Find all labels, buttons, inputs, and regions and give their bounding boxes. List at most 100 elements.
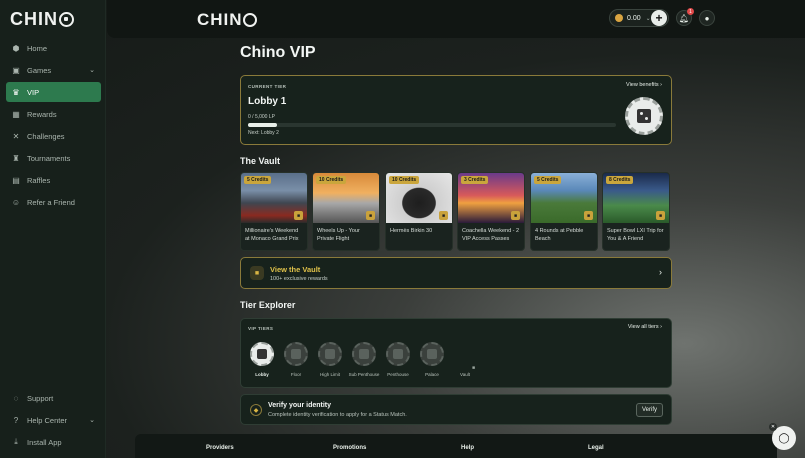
credits-badge: 10 Credits: [389, 176, 420, 184]
sidebar-bottom: ◌ Support ? Help Center ⌄ ⤓ Install App: [6, 388, 101, 454]
main-content: Chino VIP CURRENT TIER View benefits › L…: [240, 44, 672, 425]
plus-icon: +: [655, 11, 663, 25]
tier-chip-floor[interactable]: [284, 342, 308, 366]
header-logo[interactable]: CHIN: [197, 10, 257, 30]
vip-tiers-label: VIP TIERS: [248, 326, 274, 331]
notification-badge: 1: [687, 8, 694, 15]
verify-title: Verify your identity: [268, 402, 332, 409]
sidebar-item-vip[interactable]: ♛ VIP: [6, 82, 101, 102]
chevron-down-icon: ⌄: [89, 417, 95, 424]
sidebar-item-raffles[interactable]: ▤ Raffles: [6, 170, 101, 190]
vault-item-image: 10 Credits ■: [313, 173, 379, 223]
tier-chip-high-limit[interactable]: [318, 342, 342, 366]
sidebar-item-home[interactable]: ⬢ Home: [6, 38, 101, 58]
vault-item[interactable]: 10 Credits ■ Hermès Birkin 30: [385, 172, 453, 251]
sidebar-item-label: Help Center: [27, 415, 68, 425]
notifications-button[interactable]: 🔔︎ 1: [676, 8, 694, 26]
credits-badge: 3 Credits: [461, 176, 489, 184]
sidebar-item-help-center[interactable]: ? Help Center ⌄: [6, 410, 101, 430]
lock-icon: ■: [439, 211, 448, 220]
lock-icon: ■: [472, 365, 476, 371]
vault-item[interactable]: 10 Credits ■ Wheels Up - Your Private Fl…: [312, 172, 380, 251]
sidebar-item-challenges[interactable]: ✕ Challenges: [6, 126, 101, 146]
tier-chip-icon: [625, 97, 663, 135]
sidebar-item-install-app[interactable]: ⤓ Install App: [6, 432, 101, 452]
bell-icon: 🔔︎: [678, 13, 690, 23]
footer-heading-providers: Providers: [206, 445, 234, 451]
crown-icon: ♛: [12, 87, 20, 97]
gift-icon: ▦: [12, 109, 20, 119]
vault-item-title: 4 Rounds at Pebble Beach: [535, 228, 584, 242]
view-all-tiers-link[interactable]: View all tiers ›: [628, 324, 662, 330]
swords-icon: ✕: [12, 131, 20, 141]
vault-item-title: Millionaire's Weekend at Monaco Grand Pr…: [245, 228, 299, 242]
close-icon: ✕: [770, 424, 776, 430]
tier-chip-lobby[interactable]: [250, 342, 274, 366]
coin-icon: [615, 14, 623, 22]
view-benefits-label: View benefits: [626, 82, 659, 88]
download-icon: ⤓: [14, 437, 18, 446]
tier-chip-penthouse[interactable]: [386, 342, 410, 366]
footer-heading-promotions: Promotions: [333, 445, 367, 451]
logo-text: CHIN: [10, 9, 58, 29]
tier-progress-text: 0 / 5,000 LP: [248, 114, 275, 120]
verify-button[interactable]: Verify: [636, 403, 663, 417]
view-vault-subtitle: 100+ exclusive rewards: [270, 276, 328, 282]
chevron-right-icon: ›: [660, 82, 662, 88]
sidebar-item-label: Install App: [27, 437, 62, 447]
sidebar-item-label: Home: [27, 43, 48, 53]
sidebar-item-label: Tournaments: [27, 153, 71, 163]
tier-name: Lobby 1: [248, 96, 287, 107]
logo[interactable]: CHIN: [10, 9, 74, 30]
footer-heading-legal: Legal: [588, 445, 604, 451]
sidebar-item-label: Support: [27, 393, 54, 403]
home-icon: ⬢: [12, 43, 20, 53]
footer-heading-help: Help: [461, 445, 475, 451]
sidebar-item-label: Raffles: [27, 175, 51, 185]
lock-icon: ■: [656, 211, 665, 220]
tier-chip-palace[interactable]: [420, 342, 444, 366]
header-logo-text: CHIN: [197, 10, 243, 29]
user-plus-icon: ☺: [11, 197, 21, 207]
vault-item-image: 10 Credits ■: [386, 173, 452, 223]
tier-explorer-title: Tier Explorer: [240, 300, 296, 310]
sidebar-item-tournaments[interactable]: ♜ Tournaments: [6, 148, 101, 168]
vault-item-image: 8 Credits ■: [603, 173, 669, 223]
vault-title: The Vault: [240, 156, 281, 166]
credits-badge: 8 Credits: [606, 176, 634, 184]
view-benefits-link[interactable]: View benefits ›: [626, 82, 662, 88]
sidebar-item-label: Challenges: [27, 131, 65, 141]
vault-item-image: 5 Credits ■: [241, 173, 307, 223]
ticket-icon: ▤: [12, 175, 20, 185]
vault-item[interactable]: 3 Credits ■ Coachella Weekend - 2 VIP Ac…: [457, 172, 525, 251]
vault-item-image: 5 Credits ■: [531, 173, 597, 223]
tier-progress-bar: [248, 123, 616, 127]
shield-icon: ◆: [250, 404, 262, 416]
sidebar-item-rewards[interactable]: ▦ Rewards: [6, 104, 101, 124]
view-vault-card[interactable]: ■ View the Vault 100+ exclusive rewards …: [240, 257, 672, 289]
vault-item[interactable]: 5 Credits ■ 4 Rounds at Pebble Beach: [530, 172, 598, 251]
profile-button[interactable]: ●: [699, 10, 715, 26]
deposit-button[interactable]: +: [651, 10, 667, 26]
vault-item[interactable]: 5 Credits ■ Millionaire's Weekend at Mon…: [240, 172, 308, 251]
sidebar-nav: ⬢ Home ▣ Games ⌄ ♛ VIP ▦ Rewards ✕ Challenges …: [6, 38, 101, 214]
sidebar-item-refer[interactable]: ☺ Refer a Friend: [6, 192, 101, 212]
next-tier-text: Next: Lobby 2: [248, 130, 279, 136]
sidebar-item-support[interactable]: ◌ Support: [6, 388, 101, 408]
tier-progress-fill: [248, 123, 278, 127]
sidebar-item-label: VIP: [27, 87, 40, 97]
footer: Providers Promotions Help Legal: [135, 434, 777, 458]
vault-item[interactable]: 8 Credits ■ Super Bowl LXI Trip for You …: [602, 172, 670, 251]
chevron-down-icon: ⌄: [89, 67, 95, 74]
vault-item-title: Super Bowl LXI Trip for You & A Friend: [607, 228, 664, 242]
chat-icon: ◌: [13, 393, 19, 403]
tier-chip-sub-penthouse[interactable]: [352, 342, 376, 366]
vault-item-title: Coachella Weekend - 2 VIP Access Passes: [462, 228, 520, 242]
lock-icon: ■: [366, 211, 375, 220]
chat-close-button[interactable]: ✕: [769, 423, 777, 431]
sidebar-item-games[interactable]: ▣ Games ⌄: [6, 60, 101, 80]
balance-value: 0.00: [627, 14, 641, 22]
question-icon: ?: [13, 415, 19, 425]
tier-name-vault: Vault: [460, 372, 470, 377]
chevron-right-icon: ›: [659, 267, 662, 277]
